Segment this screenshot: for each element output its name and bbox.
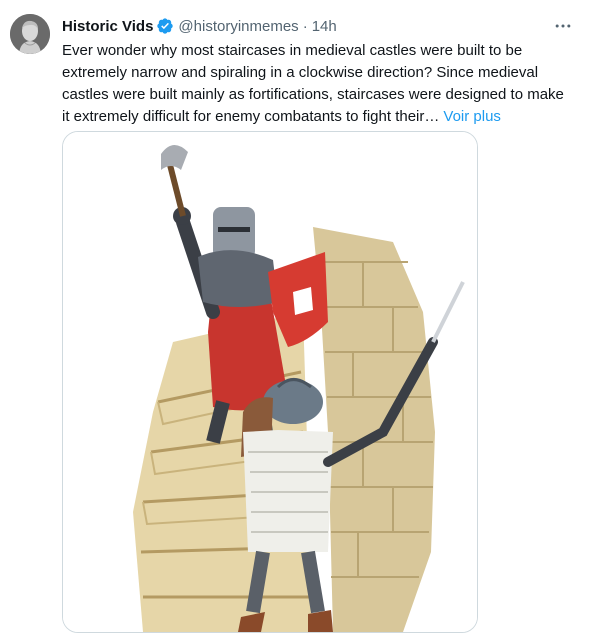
more-options-icon [555,24,571,28]
tweet-text: Ever wonder why most staircases in medie… [62,40,574,128]
see-more-link[interactable]: Voir plus [443,108,501,125]
author-name[interactable]: Historic Vids [62,18,153,35]
separator-dot: · [302,17,308,35]
tweet-header: Historic Vids @historyinmemes · 14h [62,16,337,36]
tweet-media-image[interactable] [62,131,478,633]
verified-badge-icon [156,17,174,35]
author-handle[interactable]: @historyinmemes [178,18,298,35]
tweet[interactable]: Historic Vids @historyinmemes · 14h Ever… [0,0,589,633]
more-options-button[interactable] [551,14,575,38]
knights-spiral-staircase-illustration [63,132,477,632]
tweet-timestamp[interactable]: 14h [312,18,337,35]
bust-portrait-avatar-icon [10,14,50,54]
author-avatar[interactable] [10,14,50,54]
